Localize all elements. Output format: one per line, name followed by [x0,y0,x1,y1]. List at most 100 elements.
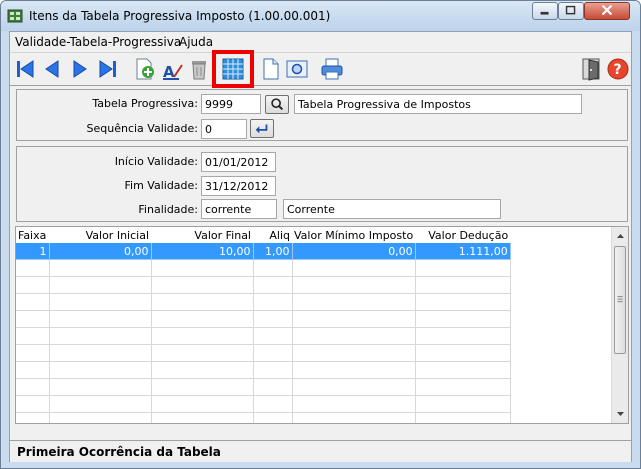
table-row-empty[interactable] [16,344,511,362]
cell-valor-minimo-imposto[interactable] [292,310,416,328]
table-row-empty[interactable] [16,395,511,413]
cell-aliq[interactable] [253,378,293,396]
tabela-code-field[interactable]: 9999 [201,94,261,114]
cell-faixa[interactable] [16,344,50,362]
cell-valor-final[interactable] [151,259,254,277]
cell-valor-inicial[interactable] [49,361,152,379]
scroll-down-icon[interactable] [612,407,629,421]
table-row-empty[interactable] [16,293,511,311]
cell-valor-final[interactable] [151,310,254,328]
cell-faixa[interactable] [16,259,50,277]
delete-record-icon[interactable] [187,57,211,81]
cell-valor-final[interactable] [151,361,254,379]
cell-aliq[interactable] [253,361,293,379]
cell-aliq[interactable] [253,293,293,311]
sequencia-validade-field[interactable]: 0 [201,119,247,139]
cell-aliq[interactable] [253,327,293,345]
cell-valor-final[interactable] [151,344,254,362]
tabela-description-field[interactable]: Tabela Progressiva de Impostos [294,94,582,114]
vertical-scrollbar[interactable] [611,227,629,423]
fim-validade-field[interactable]: 31/12/2012 [201,176,276,196]
column-header-aliq[interactable]: Aliq [253,227,292,243]
table-row-empty[interactable] [16,276,511,294]
finalidade-description-field[interactable]: Corrente [283,199,501,219]
cell-valor-minimo-imposto[interactable] [292,361,416,379]
cell-valor-deducao[interactable] [415,310,511,328]
cell-valor-minimo-imposto[interactable] [292,293,416,311]
cell-aliq[interactable] [253,412,293,423]
table-row-empty[interactable] [16,310,511,328]
cell-valor-final[interactable] [151,412,254,423]
previous-record-icon[interactable] [40,57,64,81]
cell-faixa[interactable] [16,378,50,396]
faixas-grid[interactable]: Faixa Valor Inicial Valor Final Aliq Val… [15,226,629,424]
column-header-valor-final[interactable]: Valor Final [151,227,253,243]
add-record-icon[interactable] [132,57,156,81]
enter-button[interactable] [250,119,274,138]
cell-valor-final[interactable] [151,327,254,345]
cell-valor-minimo-imposto[interactable]: 0,00 [292,243,416,260]
minimize-button[interactable] [532,2,558,20]
cell-valor-inicial[interactable] [49,259,152,277]
cell-valor-deducao[interactable] [415,395,511,413]
column-header-valor-deducao[interactable]: Valor Dedução [415,227,511,243]
cell-valor-deducao[interactable] [415,276,511,294]
first-record-icon[interactable] [13,57,37,81]
cell-faixa[interactable] [16,310,50,328]
column-header-faixa[interactable]: Faixa [16,227,49,243]
cell-valor-deducao[interactable] [415,293,511,311]
cell-valor-inicial[interactable] [49,395,152,413]
scroll-thumb[interactable] [614,246,626,354]
print-preview-icon[interactable] [285,57,309,81]
cell-valor-minimo-imposto[interactable] [292,395,416,413]
cell-valor-inicial[interactable] [49,378,152,396]
cell-faixa[interactable] [16,276,50,294]
cell-faixa[interactable] [16,412,50,423]
cell-faixa[interactable] [16,327,50,345]
cell-valor-inicial[interactable] [49,276,152,294]
cell-valor-inicial[interactable] [49,293,152,311]
cell-faixa[interactable] [16,293,50,311]
maximize-button[interactable] [558,2,584,20]
cell-faixa[interactable] [16,361,50,379]
cell-aliq[interactable] [253,276,293,294]
cell-valor-deducao[interactable] [415,361,511,379]
cell-valor-inicial[interactable] [49,310,152,328]
table-row[interactable]: 1 0,00 10,00 1,00 0,00 1.111,00 [16,243,511,260]
edit-record-icon[interactable]: A [160,57,184,81]
column-header-valor-inicial[interactable]: Valor Inicial [49,227,151,243]
cell-faixa[interactable] [16,395,50,413]
cell-valor-final[interactable] [151,378,254,396]
cell-aliq[interactable] [253,310,293,328]
menu-ajuda[interactable]: Ajuda [179,35,213,49]
table-row-empty[interactable] [16,259,511,277]
help-icon[interactable]: ? [606,57,630,81]
cell-valor-final[interactable]: 10,00 [151,243,254,260]
cell-valor-minimo-imposto[interactable] [292,378,416,396]
cell-valor-deducao[interactable] [415,412,511,423]
cell-valor-minimo-imposto[interactable] [292,276,416,294]
table-row-empty[interactable] [16,361,511,379]
cell-valor-final[interactable] [151,293,254,311]
cell-valor-final[interactable] [151,395,254,413]
cell-valor-deducao[interactable] [415,344,511,362]
cell-valor-deducao[interactable] [415,327,511,345]
cell-valor-final[interactable] [151,276,254,294]
cell-valor-inicial[interactable] [49,327,152,345]
cell-valor-deducao[interactable]: 1.111,00 [415,243,511,260]
cell-valor-deducao[interactable] [415,259,511,277]
cell-aliq[interactable] [253,259,293,277]
cell-aliq[interactable] [253,395,293,413]
cell-faixa[interactable]: 1 [16,243,50,260]
print-icon[interactable] [320,57,344,81]
cell-valor-inicial[interactable]: 0,00 [49,243,152,260]
cell-aliq[interactable] [253,344,293,362]
cell-valor-inicial[interactable] [49,344,152,362]
cell-valor-deducao[interactable] [415,378,511,396]
column-header-valor-minimo-imposto[interactable]: Valor Mínimo Imposto [292,227,416,243]
cell-valor-minimo-imposto[interactable] [292,412,416,423]
cell-valor-minimo-imposto[interactable] [292,259,416,277]
last-record-icon[interactable] [96,57,120,81]
new-document-icon[interactable] [259,57,283,81]
cell-valor-inicial[interactable] [49,412,152,423]
